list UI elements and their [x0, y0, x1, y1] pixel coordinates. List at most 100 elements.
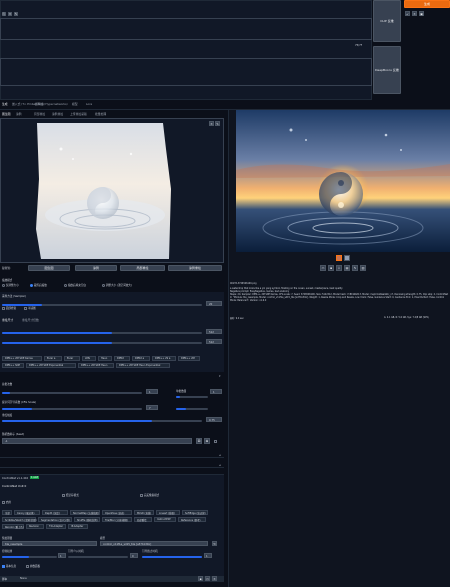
- height-slider[interactable]: [2, 342, 202, 344]
- send-extras-icon[interactable]: ▥: [360, 265, 366, 271]
- edit-icon[interactable]: ✎: [215, 121, 220, 126]
- deepbooru-button[interactable]: DeepBooru 反推: [373, 46, 401, 94]
- tab-inpaint-upload[interactable]: 上传重绘蒙版: [70, 112, 87, 116]
- recycle-icon[interactable]: ♻: [204, 438, 210, 444]
- footer-item[interactable]: 参数面板: [26, 564, 40, 568]
- zip-icon[interactable]: ⇩: [336, 265, 342, 271]
- weight-input[interactable]: 1: [58, 553, 66, 558]
- folder-icon[interactable]: ▭: [205, 576, 210, 581]
- positive-prompt-box[interactable]: [0, 18, 372, 40]
- dice-icon[interactable]: ⚄: [196, 438, 202, 444]
- section-row[interactable]: [0, 452, 224, 458]
- send-img2img-icon[interactable]: ▤: [344, 265, 350, 271]
- restore-faces-checkbox[interactable]: 面部修复: [2, 306, 16, 310]
- sampler-option[interactable]: Euler a: [44, 356, 62, 361]
- preprocessor-select[interactable]: tile_resample: [2, 541, 97, 546]
- cfg-slider-right[interactable]: [176, 408, 208, 410]
- output-gallery[interactable]: [236, 110, 450, 252]
- chevron-left-icon[interactable]: ◂: [219, 463, 221, 467]
- sampler-option[interactable]: DPM++ 2M SDE Karras: [2, 356, 42, 361]
- tab-generate[interactable]: 生成: [2, 102, 8, 106]
- resize-fill[interactable]: 缩放后填充空白: [64, 283, 86, 287]
- chevron-down-icon[interactable]: ▾: [219, 374, 221, 378]
- control-type-option[interactable]: T2I-Adapter: [46, 524, 66, 529]
- width-input[interactable]: 512: [206, 329, 222, 334]
- controlnet-pixel-perfect[interactable]: 完美像素模式: [140, 493, 159, 497]
- batch-size-input[interactable]: 1: [210, 389, 222, 394]
- width-slider[interactable]: [2, 332, 202, 334]
- controlnet-unit-tab[interactable]: ControlNet Unit 0: [2, 484, 26, 488]
- copy-to-inpaint-button[interactable]: 局部重绘: [120, 265, 165, 271]
- controlnet-enable[interactable]: 启用: [2, 500, 11, 504]
- section-row[interactable]: [0, 462, 224, 468]
- control-type-option[interactable]: Reference (参考): [178, 517, 206, 522]
- control-type-option[interactable]: SoftEdge (软边缘): [182, 510, 208, 515]
- tab-sketch[interactable]: 涂鸦: [16, 112, 22, 116]
- close-icon[interactable]: ✕: [209, 121, 214, 126]
- extra-networks-icon[interactable]: ▣: [419, 11, 424, 16]
- trash-icon[interactable]: ✕: [8, 12, 12, 16]
- batch-size-slider[interactable]: [176, 396, 208, 398]
- read-params-icon[interactable]: ↙: [405, 11, 410, 16]
- tab-img2img[interactable]: 图生图: [2, 112, 10, 116]
- end-input[interactable]: 1: [204, 553, 212, 558]
- negative-prompt-box[interactable]: [0, 58, 372, 86]
- control-type-option[interactable]: 局部重绘: [134, 517, 152, 522]
- control-type-option[interactable]: InstructP2P: [154, 517, 176, 522]
- control-type-option[interactable]: OpenPose (姿态): [102, 510, 132, 515]
- control-type-option[interactable]: Canny (硬边缘): [14, 510, 40, 515]
- tab-hypernetworks[interactable]: 超网络 (Hypernetworks): [35, 102, 68, 106]
- tab-inpaint[interactable]: 局部重绘: [34, 112, 45, 116]
- batch-count-slider[interactable]: [2, 392, 142, 394]
- sampler-option[interactable]: LMS: [82, 356, 96, 361]
- resize-crop-resize[interactable]: 裁剪后缩放: [30, 283, 47, 287]
- control-type-option[interactable]: 全部: [2, 510, 12, 515]
- clear-icon[interactable]: ✕: [412, 11, 417, 16]
- sampler-option[interactable]: DPM++ 2M: [178, 356, 200, 361]
- controlnet-low-vram[interactable]: 低显存模式: [62, 493, 79, 497]
- height-input[interactable]: 512: [206, 339, 222, 344]
- sampler-option[interactable]: Heun: [98, 356, 112, 361]
- copy-to-sketch-button[interactable]: 涂鸦: [75, 265, 117, 271]
- resize-latent[interactable]: 调整大小 (潜空间放大): [102, 283, 132, 287]
- tab-checkpoints[interactable]: 模型: [72, 102, 78, 106]
- start-input[interactable]: 0: [130, 553, 138, 558]
- paste-icon[interactable]: ⎘: [2, 12, 6, 16]
- seed-input[interactable]: -1: [2, 438, 192, 444]
- trash-icon[interactable]: ✕: [212, 576, 217, 581]
- sampler-option[interactable]: DPM++ 2M SDE Exponential: [26, 363, 76, 368]
- thumbnail[interactable]: [336, 255, 342, 261]
- controlnet-title[interactable]: ControlNet v1.1.410: [2, 477, 28, 480]
- folder-icon[interactable]: ▭: [320, 265, 326, 271]
- save-icon[interactable]: ▪: [328, 265, 334, 271]
- tab-lora[interactable]: Lora: [86, 102, 92, 106]
- control-type-option[interactable]: IP-Adapter: [68, 524, 88, 529]
- copy-to-inpaint-sketch-button[interactable]: 涂鸦重绘: [168, 265, 222, 271]
- generate-button[interactable]: 生成: [404, 0, 450, 8]
- sampler-option[interactable]: Euler: [64, 356, 80, 361]
- thumbnail[interactable]: [344, 255, 350, 261]
- batch-count-input[interactable]: 1: [146, 389, 158, 394]
- control-type-option[interactable]: NormalMap (法线贴图): [70, 510, 100, 515]
- end-slider[interactable]: [142, 556, 202, 558]
- control-type-option[interactable]: Shuffle (随机洗牌): [74, 517, 100, 522]
- refresh-icon[interactable]: ↻: [212, 541, 217, 546]
- control-type-option[interactable]: Revision: [26, 524, 44, 529]
- cfg-slider[interactable]: [2, 408, 142, 410]
- control-type-option[interactable]: Recolor (重上色): [2, 524, 24, 529]
- denoise-input[interactable]: 0.75: [206, 417, 222, 422]
- control-type-option[interactable]: Tile/Blur (分块/模糊): [102, 517, 132, 522]
- extra-seed-checkbox[interactable]: [214, 440, 217, 443]
- sampler-option[interactable]: DPM++ 2M SDE Heun Exponential: [116, 363, 170, 368]
- clip-interrogate-button[interactable]: CLIP 反推: [373, 0, 401, 42]
- input-image-panel[interactable]: ✕ ✎: [0, 118, 224, 263]
- model-select[interactable]: control_v11f1e_sd15_tile [a371b31b]: [100, 541, 208, 546]
- cfg-input[interactable]: 7: [146, 405, 158, 410]
- start-slider[interactable]: [68, 556, 128, 558]
- control-type-option[interactable]: MLSD (直线): [134, 510, 154, 515]
- control-type-option[interactable]: Segmentation (语义分割): [38, 517, 72, 522]
- sampler-option[interactable]: DPM2 a: [132, 356, 150, 361]
- weight-slider[interactable]: [2, 556, 57, 558]
- sampler-option[interactable]: DPM++ SDE: [2, 363, 24, 368]
- style-icon[interactable]: ✎: [14, 12, 18, 16]
